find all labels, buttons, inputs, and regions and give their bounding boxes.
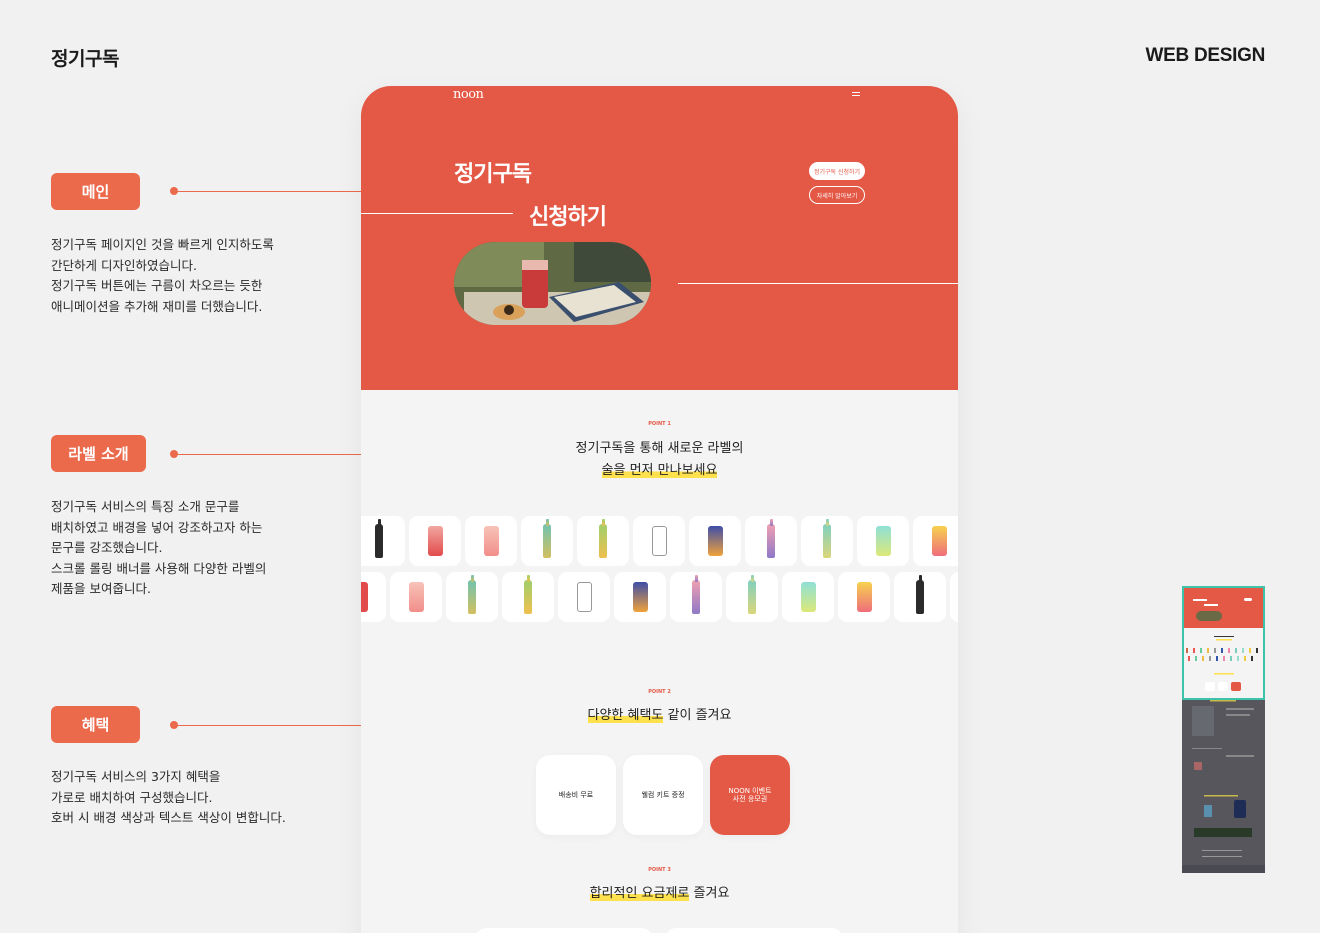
page-mockup: noon 정기구독 신청하기 정기구독 신청하기 자세히 알아보기 POINT … [361, 86, 958, 933]
hero-section: noon 정기구독 신청하기 정기구독 신청하기 자세히 알아보기 [361, 86, 958, 390]
product-card[interactable] [390, 572, 442, 622]
section-desc-main: 정기구독 페이지인 것을 빠르게 인지하도록 간단하게 디자인하였습니다. 정기… [51, 237, 274, 314]
bottle-icon [823, 519, 831, 558]
bottle-icon [692, 575, 700, 614]
hero-divider [361, 213, 513, 214]
benefit-card-welcome-kit[interactable]: 웰컴 키트 증정 [623, 755, 703, 835]
bottle-icon [767, 519, 775, 558]
product-card[interactable] [745, 516, 797, 566]
product-card[interactable] [689, 516, 741, 566]
point1-line1: 정기구독을 통해 새로운 라벨의 [575, 441, 744, 456]
section-desc-benefit: 정기구독 서비스의 3가지 혜택을 가로로 배치하여 구성했습니다. 호버 시 … [51, 769, 286, 825]
connector-line [178, 725, 361, 726]
connector-dot [170, 721, 178, 729]
bottle-icon [524, 575, 532, 614]
product-card[interactable] [633, 516, 685, 566]
subscribe-button[interactable]: 정기구독 신청하기 [809, 162, 865, 180]
product-card[interactable] [838, 572, 890, 622]
product-card[interactable] [446, 572, 498, 622]
benefit-card-free-shipping[interactable]: 배송비 무료 [536, 755, 616, 835]
product-card[interactable] [614, 572, 666, 622]
section-tag-benefit: 혜택 [51, 706, 140, 743]
menu-icon[interactable] [852, 92, 860, 96]
point3-title: 합리적인 요금제로 즐겨요 [361, 883, 958, 905]
product-card[interactable] [950, 572, 958, 622]
connector-line [178, 191, 361, 192]
point2-highlight: 다양한 혜택도 [587, 708, 664, 723]
section-desc-label: 정기구독 서비스의 특징 소개 문구를 배치하였고 배경을 넣어 강조하고자 하… [51, 499, 267, 596]
section-tag-main: 메인 [51, 173, 140, 210]
can-icon [361, 582, 368, 612]
product-card[interactable] [558, 572, 610, 622]
product-card[interactable] [726, 572, 778, 622]
hero-photo [454, 242, 651, 325]
bottle-icon [375, 519, 383, 558]
web-design-label: WEB DESIGN [1145, 45, 1266, 66]
benefit-card-event[interactable]: NOON 이벤트 사전 응모권 [710, 755, 790, 835]
noon-logo[interactable]: noon [453, 87, 484, 102]
can-icon [632, 582, 648, 612]
point3-label: POINT 3 [648, 867, 671, 873]
bottle-icon [468, 575, 476, 614]
product-card[interactable] [577, 516, 629, 566]
product-card[interactable] [913, 516, 958, 566]
can-icon [707, 526, 723, 556]
product-row-1[interactable] [361, 516, 958, 566]
can-icon [931, 526, 947, 556]
product-card[interactable] [857, 516, 909, 566]
point1-title: 정기구독을 통해 새로운 라벨의 술을 먼저 만나보세요 [361, 438, 958, 482]
point3-highlight: 합리적인 요금제로 [589, 886, 690, 901]
bottle-icon [748, 575, 756, 614]
hero-divider [678, 283, 958, 284]
bottle-icon [543, 519, 551, 558]
can-icon [427, 526, 443, 556]
point2-rest: 같이 즐겨요 [663, 708, 732, 723]
can-icon [800, 582, 816, 612]
product-card[interactable] [782, 572, 834, 622]
can-icon [651, 526, 667, 556]
thumbnail-viewport [1182, 586, 1265, 700]
connector-line [178, 454, 361, 455]
page-title: 정기구독 [51, 48, 119, 70]
can-icon [576, 582, 592, 612]
bottle-icon [916, 575, 924, 614]
can-icon [856, 582, 872, 612]
bottle-icon [599, 519, 607, 558]
connector-dot [170, 187, 178, 195]
product-card[interactable] [361, 516, 405, 566]
point2-title: 다양한 혜택도 같이 즐겨요 [361, 705, 958, 727]
hero-title-line1: 정기구독 [454, 162, 532, 187]
product-card[interactable] [465, 516, 517, 566]
point2-label: POINT 2 [648, 689, 671, 695]
plan-card[interactable] [666, 928, 842, 933]
product-card[interactable] [801, 516, 853, 566]
point1-label: POINT 1 [648, 421, 671, 427]
can-icon [483, 526, 499, 556]
product-card[interactable] [409, 516, 461, 566]
benefit-event-label: NOON 이벤트 사전 응모권 [728, 787, 772, 803]
point1-line2: 술을 먼저 만나보세요 [601, 463, 718, 478]
section-tag-label: 라벨 소개 [51, 435, 146, 472]
product-card[interactable] [361, 572, 386, 622]
product-card[interactable] [502, 572, 554, 622]
learn-more-button[interactable]: 자세히 알아보기 [809, 186, 865, 204]
product-row-2[interactable] [361, 572, 958, 622]
can-icon [408, 582, 424, 612]
full-page-thumbnail [1182, 586, 1265, 873]
point3-rest: 즐겨요 [689, 886, 730, 901]
hero-title-line2: 신청하기 [529, 205, 607, 230]
can-icon [875, 526, 891, 556]
product-card[interactable] [521, 516, 573, 566]
connector-dot [170, 450, 178, 458]
product-card[interactable] [670, 572, 722, 622]
product-card[interactable] [894, 572, 946, 622]
plan-card[interactable] [476, 928, 652, 933]
